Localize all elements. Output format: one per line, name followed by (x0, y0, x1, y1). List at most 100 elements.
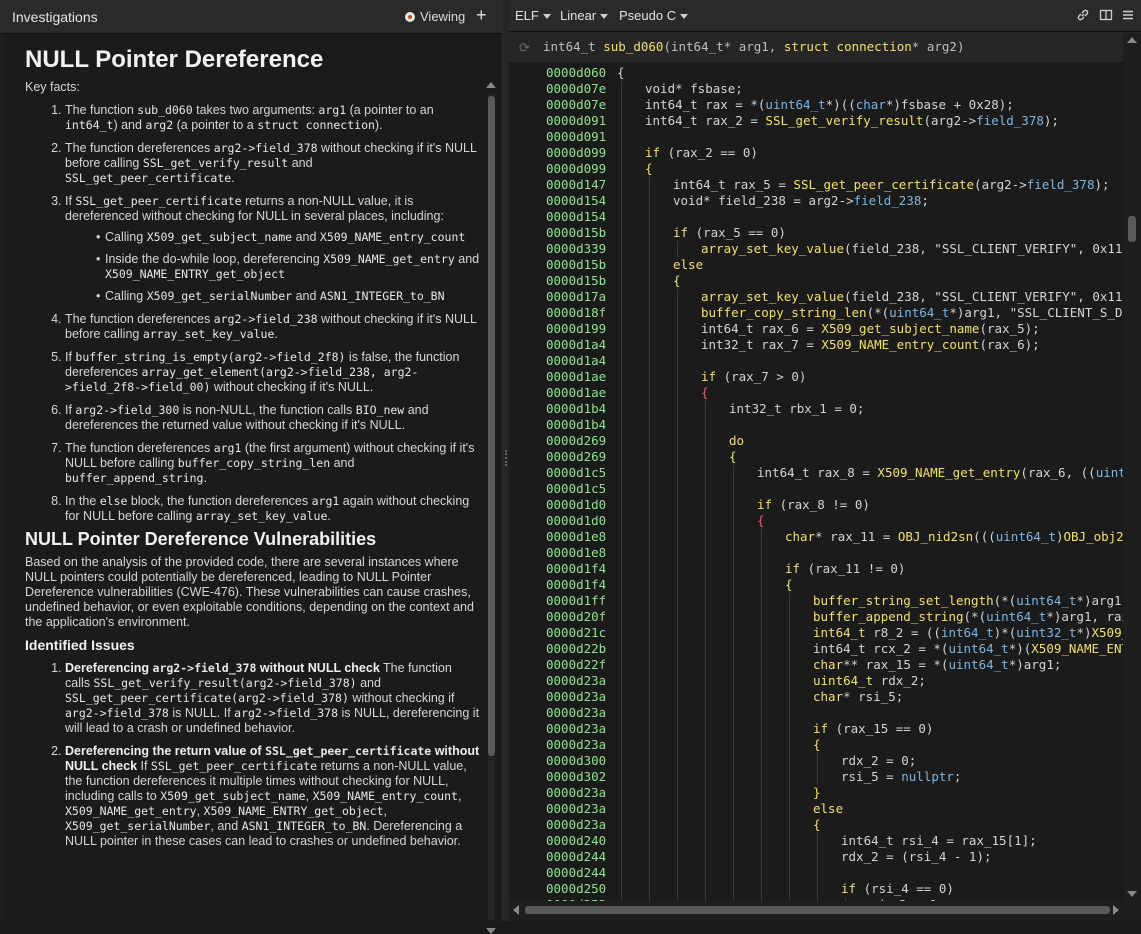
line-code[interactable]: char** rax_15 = *(uint64_t*)arg1; (813, 657, 1061, 673)
code-line[interactable]: 0000d1ff buffer_string_set_length(*(uint6… (509, 593, 1123, 609)
line-address[interactable]: 0000d1a4 (546, 337, 606, 353)
line-address[interactable]: 0000d240 (546, 833, 606, 849)
code-line[interactable]: 0000d269 { (509, 449, 1123, 465)
line-address[interactable]: 0000d1ff (546, 593, 606, 609)
code-line[interactable]: 0000d302 rsi_5 = nullptr; (509, 769, 1123, 785)
code-horizontal-scrollbar[interactable] (509, 901, 1141, 921)
line-code[interactable]: array_set_key_value(field_238, "SSL_CLIE… (701, 241, 1123, 257)
line-address[interactable]: 0000d18f (546, 305, 606, 321)
line-code[interactable]: { (757, 513, 765, 529)
line-address[interactable]: 0000d091 (546, 129, 606, 145)
view-type-dropdown[interactable]: ELF (515, 8, 551, 23)
code-line[interactable]: 0000d199 int64_t rax_6 = X509_get_subject… (509, 321, 1123, 337)
link-icon[interactable] (1076, 8, 1090, 22)
line-code[interactable]: { (617, 65, 625, 81)
line-address[interactable]: 0000d1e8 (546, 529, 606, 545)
scroll-thumb[interactable] (488, 96, 495, 756)
line-address[interactable]: 0000d07e (546, 81, 606, 97)
code-line[interactable]: 0000d17a array_set_key_value(field_238, "… (509, 289, 1123, 305)
line-code[interactable]: int64_t rax_5 = SSL_get_peer_certificate… (673, 177, 1110, 193)
line-code[interactable]: int64_t rcx_2 = *(uint64_t*)(X509_NAME_E… (813, 641, 1123, 657)
viewing-button[interactable]: Viewing (405, 9, 465, 24)
line-address[interactable]: 0000d1f4 (546, 561, 606, 577)
line-code[interactable]: do (729, 433, 744, 449)
code-line[interactable]: 0000d1e8 (509, 545, 1123, 561)
line-code[interactable]: { (701, 385, 709, 401)
line-address[interactable]: 0000d1b4 (546, 401, 606, 417)
code-line[interactable]: 0000d18f buffer_copy_string_len(*(uint64_… (509, 305, 1123, 321)
line-address[interactable]: 0000d23a (546, 689, 606, 705)
line-address[interactable]: 0000d1c5 (546, 465, 606, 481)
code-line[interactable]: 0000d269 do (509, 433, 1123, 449)
code-line[interactable]: 0000d154 void* field_238 = arg2->field_23… (509, 193, 1123, 209)
line-code[interactable]: if (rax_5 == 0) (673, 225, 786, 241)
line-code[interactable]: int64_t rsi_4 = rax_15[1]; (841, 833, 1037, 849)
report-scrollbar[interactable] (486, 82, 496, 934)
scroll-thumb[interactable] (1128, 216, 1136, 242)
code-line[interactable]: 0000d244 rdx_2 = (rsi_4 - 1); (509, 849, 1123, 865)
code-line[interactable]: 0000d250 if (rsi_4 == 0) (509, 881, 1123, 897)
line-address[interactable]: 0000d15b (546, 273, 606, 289)
line-code[interactable]: { (673, 273, 681, 289)
line-address[interactable]: 0000d154 (546, 193, 606, 209)
line-code[interactable]: } (813, 785, 821, 801)
line-address[interactable]: 0000d300 (546, 753, 606, 769)
scroll-up-icon[interactable] (1127, 37, 1137, 43)
code-line[interactable]: 0000d1ae if (rax_7 > 0) (509, 369, 1123, 385)
scroll-thumb[interactable] (525, 906, 1110, 914)
line-address[interactable]: 0000d244 (546, 849, 606, 865)
line-address[interactable]: 0000d23a (546, 673, 606, 689)
add-investigation-icon[interactable]: + (476, 5, 487, 25)
line-address[interactable]: 0000d250 (546, 881, 606, 897)
line-address[interactable]: 0000d1b4 (546, 417, 606, 433)
code-line[interactable]: 0000d1c5 (509, 481, 1123, 497)
line-code[interactable]: void* field_238 = arg2->field_238; (673, 193, 929, 209)
line-address[interactable]: 0000d1ae (546, 385, 606, 401)
code-line[interactable]: 0000d060 { (509, 65, 1123, 81)
line-code[interactable]: rdx_2 = (rsi_4 - 1); (841, 849, 992, 865)
line-code[interactable]: uint64_t rdx_2; (813, 673, 926, 689)
line-address[interactable]: 0000d269 (546, 433, 606, 449)
code-line[interactable]: 0000d23a else (509, 801, 1123, 817)
line-address[interactable]: 0000d091 (546, 113, 606, 129)
code-line[interactable]: 0000d22f char** rax_15 = *(uint64_t*)arg1… (509, 657, 1123, 673)
line-address[interactable]: 0000d1d0 (546, 497, 606, 513)
code-vertical-scrollbar[interactable] (1123, 33, 1141, 901)
refresh-icon[interactable]: ⟳ (519, 40, 530, 56)
code-line[interactable]: 0000d23a char* rsi_5; (509, 689, 1123, 705)
language-dropdown[interactable]: Pseudo C (619, 8, 689, 23)
line-address[interactable]: 0000d23a (546, 801, 606, 817)
line-address[interactable]: 0000d199 (546, 321, 606, 337)
code-line[interactable]: 0000d1b4 (509, 417, 1123, 433)
code-line[interactable]: 0000d22b int64_t rcx_2 = *(uint64_t*)(X50… (509, 641, 1123, 657)
line-address[interactable]: 0000d1f4 (546, 577, 606, 593)
line-address[interactable]: 0000d1ae (546, 369, 606, 385)
line-address[interactable]: 0000d302 (546, 769, 606, 785)
code-line[interactable]: 0000d15b { (509, 273, 1123, 289)
line-code[interactable]: int64_t rax_6 = X509_get_subject_name(ra… (701, 321, 1040, 337)
line-address[interactable]: 0000d1a4 (546, 353, 606, 369)
code-line[interactable]: 0000d23a if (rax_15 == 0) (509, 721, 1123, 737)
code-line[interactable]: 0000d21c int64_t r8_2 = ((int64_t)*(uint3… (509, 625, 1123, 641)
code-line[interactable]: 0000d154 (509, 209, 1123, 225)
line-code[interactable]: else (813, 801, 843, 817)
line-address[interactable]: 0000d21c (546, 625, 606, 641)
code-line[interactable]: 0000d091 (509, 129, 1123, 145)
line-address[interactable]: 0000d23a (546, 721, 606, 737)
code-line[interactable]: 0000d1a4 (509, 353, 1123, 369)
line-code[interactable]: if (rax_2 == 0) (645, 145, 758, 161)
code-line[interactable]: 0000d1c5 int64_t rax_8 = X509_NAME_get_en… (509, 465, 1123, 481)
code-line[interactable]: 0000d1a4 int32_t rax_7 = X509_NAME_entry_… (509, 337, 1123, 353)
line-code[interactable]: if (rax_8 != 0) (757, 497, 870, 513)
line-address[interactable]: 0000d1e8 (546, 545, 606, 561)
line-code[interactable]: rdx_2 = 0; (841, 753, 916, 769)
line-address[interactable]: 0000d20f (546, 609, 606, 625)
line-code[interactable]: int64_t rax_2 = SSL_get_verify_result(ar… (645, 113, 1059, 129)
line-address[interactable]: 0000d22f (546, 657, 606, 673)
line-code[interactable]: int64_t rax = *(uint64_t*)((char*)fsbase… (645, 97, 1014, 113)
code-line[interactable]: 0000d147 int64_t rax_5 = SSL_get_peer_cer… (509, 177, 1123, 193)
code-line[interactable]: 0000d1d0 { (509, 513, 1123, 529)
line-address[interactable]: 0000d339 (546, 241, 606, 257)
line-address[interactable]: 0000d15b (546, 257, 606, 273)
code-line[interactable]: 0000d091 int64_t rax_2 = SSL_get_verify_r… (509, 113, 1123, 129)
